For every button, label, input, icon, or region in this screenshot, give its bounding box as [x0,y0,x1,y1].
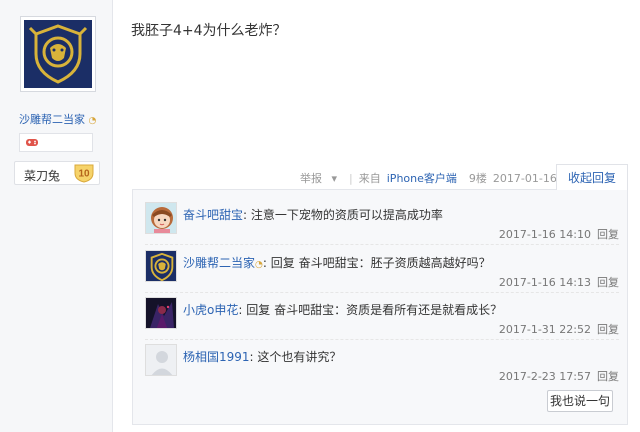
comment-meta: 2017-1-31 22:52 回复 [499,321,619,337]
medal-box [19,133,93,152]
comment-panel: 奋斗吧甜宝: 注意一下宠物的资质可以提高成功率 2017-1-16 14:10 回… [132,189,628,425]
comment-item: 小虎o申花: 回复 奋斗吧甜宝：资质是看所有还是就看成长？ 2017-1-31 … [145,297,619,341]
level-shield-icon: 10 [74,164,94,183]
comment-username[interactable]: 沙雕帮二当家 [183,256,255,270]
post-content: 我胚子4+4为什么老炸？ [131,23,287,39]
comment-text-line: 小虎o申花: 回复 奋斗吧甜宝：资质是看所有还是就看成长？ [183,301,502,318]
comment-text-line: 沙雕帮二当家◔: 回复 奋斗吧甜宝：胚子资质越高越好吗？ [183,254,491,271]
comment-reply-link[interactable]: 回复 [597,276,619,289]
author-name-link[interactable]: 沙雕帮二当家 ◔ [19,111,96,127]
comment-colon: : [238,303,243,317]
level-badge-box[interactable]: 菜刀兔 10 [14,161,100,185]
post-source: 来自 iPhone客户端 [359,170,463,186]
comment-text-line: 奋斗吧甜宝: 注意一下宠物的资质可以提高成功率 [183,206,443,223]
alliance-emblem-icon [24,20,92,88]
default-user-avatar-icon[interactable] [145,344,177,376]
comment-item: 沙雕帮二当家◔: 回复 奋斗吧甜宝：胚子资质越高越好吗？ 2017-1-16 1… [145,250,619,294]
level-number: 10 [78,169,90,180]
comment-reply-link[interactable]: 回复 [597,228,619,241]
report-link[interactable]: 举报 ▾ [300,170,343,186]
comment-item: 杨相国1991: 这个也有讲究？ 2017-2-23 17:57 回复 [145,344,619,388]
comment-text: 这个也有讲究？ [257,350,342,364]
report-arrow-icon[interactable]: ▾ [332,172,338,185]
reply-prefix: 回复 [270,256,295,270]
author-avatar[interactable] [20,16,96,92]
dark-figure-avatar-icon[interactable] [145,297,177,329]
comment-divider [145,339,619,340]
alliance-emblem-icon[interactable] [145,250,177,282]
comment-time: 2017-1-31 22:52 [498,323,591,336]
comment-time: 2017-2-23 17:57 [498,370,591,383]
reply-target-user[interactable]: 奋斗吧甜宝 [299,256,359,270]
comment-text-line: 杨相国1991: 这个也有讲究？ [183,348,341,365]
comment-text: ：胚子资质越高越好吗？ [358,256,491,270]
gamepad-icon[interactable] [25,137,39,148]
comment-reply-link[interactable]: 回复 [597,323,619,336]
comment-username[interactable]: 杨相国1991 [183,350,250,364]
comment-time: 2017-1-16 14:10 [498,228,591,241]
comment-text: 注意一下宠物的资质可以提高成功率 [250,208,443,222]
comment-username[interactable]: 小虎o申花 [183,303,238,317]
author-sidebar: 沙雕帮二当家 ◔ 菜刀兔 10 [0,0,113,432]
girl-avatar-icon[interactable] [145,202,177,234]
post-meta-bar: 举报 ▾ | 来自 iPhone客户端 9楼 2017-01-16 14:03 [300,168,598,188]
comment-colon: : [243,208,248,222]
comment-reply-link[interactable]: 回复 [597,370,619,383]
collapse-replies-button[interactable]: 收起回复 [556,164,628,190]
floor-number: 9楼 [468,172,487,185]
source-prefix: 来自 [358,172,381,185]
comment-meta: 2017-1-16 14:10 回复 [499,226,619,242]
meta-separator: | [349,171,353,185]
comment-divider [145,244,619,245]
vip-mark-icon: ◔ [88,116,97,126]
author-name[interactable]: 沙雕帮二当家 [19,113,85,126]
comment-time: 2017-1-16 14:13 [498,276,591,289]
comment-divider [145,292,619,293]
report-label[interactable]: 举报 [300,172,322,185]
level-name: 菜刀兔 [24,169,61,183]
reply-target-user[interactable]: 奋斗吧甜宝 [274,303,334,317]
vip-mark-icon: ◔ [255,260,263,270]
comment-meta: 2017-1-16 14:13 回复 [499,274,619,290]
add-comment-button[interactable]: 我也说一句 [547,390,613,412]
comment-colon: : [262,256,267,270]
comment-text: ：资质是看所有还是就看成长？ [334,303,503,317]
comment-username[interactable]: 奋斗吧甜宝 [183,208,243,222]
reply-prefix: 回复 [246,303,271,317]
source-app-link[interactable]: iPhone客户端 [387,172,457,185]
comment-colon: : [249,350,254,364]
comment-item: 奋斗吧甜宝: 注意一下宠物的资质可以提高成功率 2017-1-16 14:10 回… [145,202,619,246]
comment-meta: 2017-2-23 17:57 回复 [499,368,619,384]
